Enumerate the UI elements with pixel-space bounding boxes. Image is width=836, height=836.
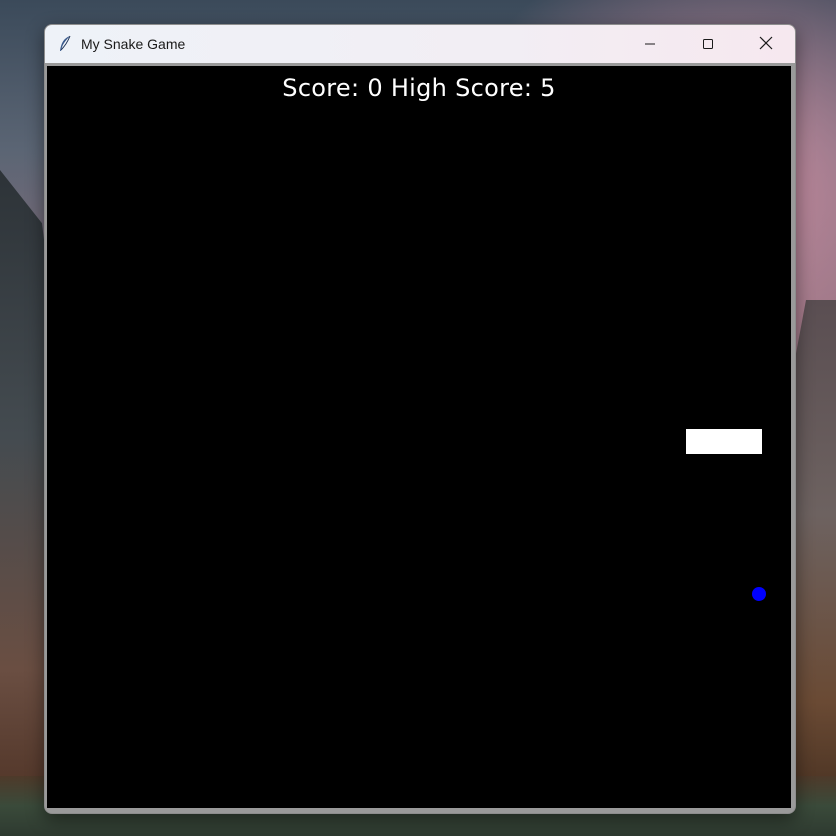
maximize-icon [702,35,714,54]
title-bar[interactable]: My Snake Game [45,25,795,63]
game-window: My Snake Game Score: 0 High Score: 5 [44,24,796,814]
window-title: My Snake Game [81,36,186,52]
minimize-icon [644,35,656,54]
game-canvas[interactable]: Score: 0 High Score: 5 [47,66,791,808]
score-display: Score: 0 High Score: 5 [282,74,556,102]
window-controls [621,25,795,63]
snake-body [686,429,762,454]
close-icon [759,35,773,54]
maximize-button[interactable] [679,25,737,63]
minimize-button[interactable] [621,25,679,63]
food-pellet [752,587,766,601]
desktop-background: My Snake Game Score: 0 High Score: 5 [0,0,836,836]
feather-icon [57,35,73,53]
close-button[interactable] [737,25,795,63]
